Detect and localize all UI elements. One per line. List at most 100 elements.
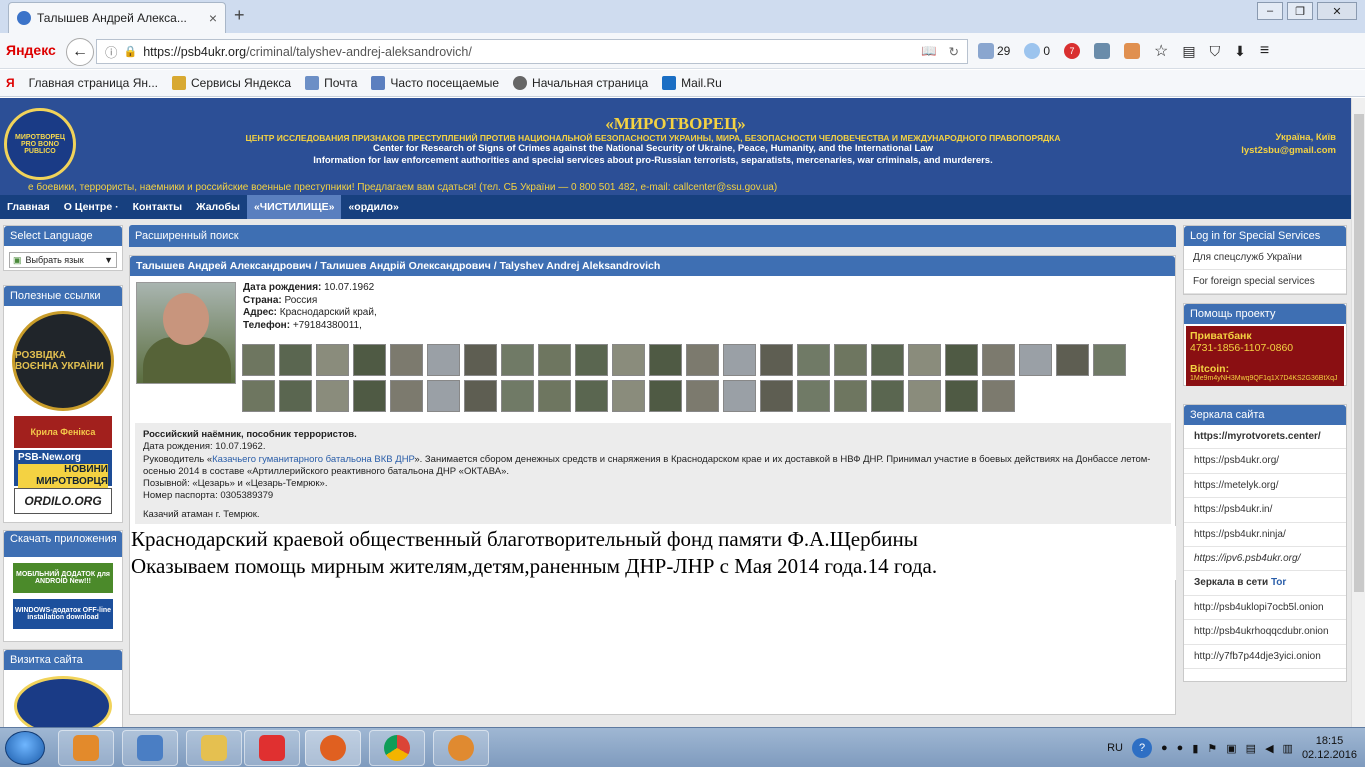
reader-mode-icon[interactable]: 📖 [921, 44, 937, 59]
onion-link[interactable]: http://psb4uklopi7ocb5l.onion [1184, 596, 1346, 621]
gallery-thumbnail[interactable] [649, 380, 682, 412]
gallery-thumbnail[interactable] [427, 344, 460, 376]
language-select[interactable]: ▣ Выбрать язык ▼ [9, 252, 117, 268]
download-icon[interactable]: ⬇ [1234, 43, 1246, 60]
gallery-thumbnail[interactable] [353, 344, 386, 376]
reload-icon[interactable]: ↻ [949, 44, 959, 59]
contact-email[interactable]: lyst2sbu@gmail.com [1241, 144, 1336, 157]
gallery-thumbnail[interactable] [945, 380, 978, 412]
gallery-thumbnail[interactable] [464, 344, 497, 376]
gallery-thumbnail[interactable] [316, 344, 349, 376]
gallery-thumbnail[interactable] [797, 380, 830, 412]
taskbar-media-player[interactable] [58, 730, 114, 766]
bookmark-item[interactable]: Начальная страница [513, 76, 648, 90]
gallery-thumbnail[interactable] [1056, 344, 1089, 376]
close-window-button[interactable]: ✕ [1317, 2, 1357, 20]
menu-about[interactable]: О Центре · [57, 195, 126, 219]
extension-icon-2[interactable] [1124, 43, 1141, 59]
advanced-search-panel[interactable]: Расширенный поиск [129, 225, 1176, 247]
gallery-thumbnail[interactable] [1019, 344, 1052, 376]
close-tab-icon[interactable]: × [209, 10, 217, 26]
gallery-thumbnail[interactable] [242, 344, 275, 376]
gallery-thumbnail[interactable] [982, 344, 1015, 376]
taskbar-app[interactable] [433, 730, 489, 766]
cloud-widget[interactable]: 0 [1024, 43, 1050, 59]
gallery-thumbnail[interactable] [427, 380, 460, 412]
taskbar-firefox[interactable] [305, 730, 361, 766]
new-tab-button[interactable]: + [234, 5, 245, 26]
person-photo[interactable] [136, 282, 236, 384]
gallery-thumbnail[interactable] [612, 380, 645, 412]
help-icon[interactable]: ? [1132, 738, 1152, 758]
taskbar-yandex[interactable] [244, 730, 300, 766]
gallery-thumbnail[interactable] [316, 380, 349, 412]
gallery-thumbnail[interactable] [538, 380, 571, 412]
clock[interactable]: 18:15 02.12.2016 [1302, 734, 1357, 762]
gallery-thumbnail[interactable] [723, 344, 756, 376]
gallery-thumbnail[interactable] [908, 344, 941, 376]
site-card-logo[interactable] [14, 676, 112, 727]
gallery-thumbnail[interactable] [575, 380, 608, 412]
onion-link[interactable]: http://psb4ukrhoqqcdubr.onion [1184, 620, 1346, 645]
mirror-link[interactable]: https://myrotvorets.center/ [1184, 425, 1346, 450]
menu-home[interactable]: Главная [0, 195, 57, 219]
battery-icon[interactable]: ▤ [1246, 742, 1256, 755]
gallery-thumbnail[interactable] [501, 380, 534, 412]
url-text[interactable]: https://psb4ukr.org/criminal/talyshev-an… [143, 45, 915, 59]
language-indicator[interactable]: RU [1107, 742, 1123, 754]
pocket-icon[interactable]: ⛉ [1210, 43, 1221, 60]
extension-badge[interactable]: 7 [1064, 43, 1081, 59]
page-scrollbar[interactable] [1351, 98, 1365, 727]
gallery-thumbnail[interactable] [797, 344, 830, 376]
gallery-thumbnail[interactable] [834, 380, 867, 412]
bookmark-item[interactable]: Главная страница Ян... [29, 76, 158, 90]
gallery-thumbnail[interactable] [945, 344, 978, 376]
mirror-link[interactable]: https://psb4ukr.org/ [1184, 449, 1346, 474]
gallery-thumbnail[interactable] [908, 380, 941, 412]
onion-link[interactable]: http://y7fb7p44dje3yici.onion [1184, 645, 1346, 669]
gallery-thumbnail[interactable] [723, 380, 756, 412]
flag-icon[interactable]: ⚑ [1207, 742, 1217, 755]
gallery-thumbnail[interactable] [279, 344, 312, 376]
gallery-thumbnail[interactable] [760, 344, 793, 376]
menu-ordilo[interactable]: «ордило» [341, 195, 405, 219]
gallery-thumbnail[interactable] [871, 380, 904, 412]
gallery-thumbnail[interactable] [390, 380, 423, 412]
device-icon[interactable]: ▥ [1283, 742, 1293, 755]
taskbar-audio[interactable] [122, 730, 178, 766]
mirror-link[interactable]: https://psb4ukr.in/ [1184, 498, 1346, 523]
extension-icon[interactable] [1094, 43, 1111, 59]
gallery-thumbnail[interactable] [760, 380, 793, 412]
android-app-link[interactable]: МОБІЛЬНИЙ ДОДАТОК для ANDROID New!!! [13, 563, 113, 593]
back-button[interactable]: ← [66, 38, 94, 66]
gallery-thumbnail[interactable] [464, 380, 497, 412]
gallery-thumbnail[interactable] [686, 380, 719, 412]
mirror-link[interactable]: https://ipv6.psb4ukr.org/ [1184, 547, 1346, 572]
start-button[interactable] [5, 731, 45, 765]
browser-tab[interactable]: Талышев Андрей Алекса... × [8, 2, 226, 33]
gallery-thumbnail[interactable] [686, 344, 719, 376]
gallery-thumbnail[interactable] [871, 344, 904, 376]
gallery-thumbnail[interactable] [501, 344, 534, 376]
bookmark-item[interactable]: Часто посещаемые [371, 76, 499, 90]
windows-app-link[interactable]: WINDOWS-додаток OFF-line installation do… [13, 599, 113, 629]
maximize-button[interactable]: ❐ [1287, 2, 1313, 20]
ordilo-link[interactable]: ORDILO.ORG [14, 488, 112, 514]
mirror-link[interactable]: https://metelyk.org/ [1184, 474, 1346, 499]
gallery-thumbnail[interactable] [612, 344, 645, 376]
taskbar-chrome[interactable] [369, 730, 425, 766]
tray-icon[interactable]: ● [1177, 742, 1184, 754]
bookmark-star-icon[interactable]: ☆ [1154, 41, 1168, 61]
gallery-thumbnail[interactable] [982, 380, 1015, 412]
display-icon[interactable]: ▣ [1226, 742, 1236, 755]
network-icon[interactable]: ▮ [1192, 742, 1198, 755]
gallery-thumbnail[interactable] [538, 344, 571, 376]
minimize-button[interactable]: – [1257, 2, 1283, 20]
bookmark-item[interactable]: Mail.Ru [662, 76, 722, 90]
menu-contacts[interactable]: Контакты [126, 195, 190, 219]
bookmark-item[interactable]: Сервисы Яндекса [171, 76, 291, 90]
yandex-logo[interactable]: Яндекс [6, 42, 56, 58]
scrollbar-thumb[interactable] [1354, 114, 1364, 592]
gallery-thumbnail[interactable] [575, 344, 608, 376]
gallery-thumbnail[interactable] [242, 380, 275, 412]
